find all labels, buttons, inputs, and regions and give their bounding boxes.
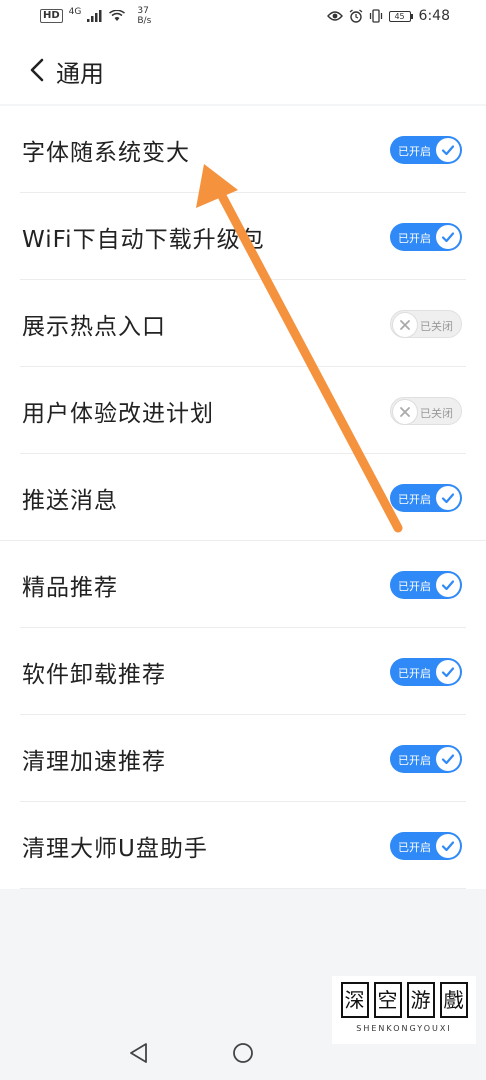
speed-value: 37: [137, 6, 149, 16]
settings-row[interactable]: 字体随系统变大 已开启: [0, 106, 486, 193]
hd-badge: HD: [40, 9, 63, 23]
nav-home-icon[interactable]: [232, 1042, 254, 1064]
cross-icon: [393, 312, 417, 337]
clock: 6:48: [418, 8, 450, 24]
toggle-switch[interactable]: 已开启: [390, 135, 462, 164]
toggle-status-text: 已关闭: [420, 406, 453, 420]
watermark-logo: 深 空 游 戲 SHENKONGYOUXI: [332, 976, 476, 1044]
toggle-status-text: 已关闭: [420, 319, 453, 333]
toggle-status-text: 已开启: [398, 579, 431, 593]
page-title: 通用: [56, 60, 104, 88]
watermark-char: 戲: [439, 982, 468, 1018]
toggle-switch[interactable]: 已关闭: [390, 396, 462, 425]
alarm-icon: [349, 9, 362, 23]
watermark-text: SHENKONGYOUXI: [356, 1024, 452, 1033]
settings-row-label: WiFi下自动下载升级包: [22, 226, 265, 253]
check-icon: [436, 746, 460, 771]
watermark-chars: 深 空 游 戲: [332, 976, 476, 1018]
check-icon: [436, 833, 460, 858]
toggle-status-text: 已开启: [398, 753, 431, 767]
toggle-status-text: 已开启: [398, 144, 431, 158]
settings-row-label: 清理加速推荐: [22, 748, 166, 775]
settings-list: 字体随系统变大 已开启 WiFi下自动下载升级包 已开启 展示热点入口 已关闭 用户体验改进…: [0, 106, 486, 889]
watermark-char: 游: [406, 982, 435, 1018]
settings-row[interactable]: 用户体验改进计划 已关闭: [0, 367, 486, 454]
check-icon: [436, 485, 460, 510]
toggle-switch[interactable]: 已开启: [390, 570, 462, 599]
signal-icon: [87, 10, 102, 22]
status-left: HD 4G 37 B/s: [40, 6, 151, 26]
settings-row[interactable]: 软件卸载推荐 已开启: [0, 628, 486, 715]
toggle-switch[interactable]: 已开启: [390, 744, 462, 773]
toggle-status-text: 已开启: [398, 492, 431, 506]
settings-row-label: 软件卸载推荐: [22, 661, 166, 688]
nav-back-icon[interactable]: [128, 1042, 150, 1064]
settings-row-label: 展示热点入口: [22, 313, 166, 340]
row-divider: [20, 888, 466, 889]
settings-row[interactable]: 清理大师U盘助手 已开启: [0, 802, 486, 889]
battery-icon: 45: [388, 10, 413, 22]
settings-row[interactable]: 精品推荐 已开启: [0, 541, 486, 628]
watermark-char: 空: [373, 982, 402, 1018]
check-icon: [436, 659, 460, 684]
toggle-status-text: 已开启: [398, 231, 431, 245]
watermark-char: 深: [340, 982, 369, 1018]
toggle-switch[interactable]: 已开启: [390, 831, 462, 860]
check-icon: [436, 572, 460, 597]
settings-row-label: 精品推荐: [22, 574, 118, 601]
settings-row-label: 用户体验改进计划: [22, 400, 214, 427]
cross-icon: [393, 399, 417, 424]
eye-icon: [326, 11, 343, 21]
settings-row[interactable]: WiFi下自动下载升级包 已开启: [0, 193, 486, 280]
status-right: 45 6:48: [326, 8, 450, 24]
toggle-switch[interactable]: 已关闭: [390, 309, 462, 338]
wifi-icon: [109, 10, 126, 21]
toggle-switch[interactable]: 已开启: [390, 222, 462, 251]
settings-row[interactable]: 推送消息 已开启: [0, 454, 486, 541]
settings-row[interactable]: 清理加速推荐 已开启: [0, 715, 486, 802]
page-header: 通用: [0, 34, 486, 104]
settings-row-label: 字体随系统变大: [22, 139, 190, 166]
settings-row-label: 推送消息: [22, 487, 118, 514]
speed-unit: B/s: [137, 16, 152, 26]
vibrate-icon: [369, 9, 382, 23]
toggle-status-text: 已开启: [398, 840, 431, 854]
toggle-switch[interactable]: 已开启: [390, 483, 462, 512]
toggle-status-text: 已开启: [398, 666, 431, 680]
check-icon: [436, 224, 460, 249]
check-icon: [436, 137, 460, 162]
settings-row-label: 清理大师U盘助手: [22, 835, 208, 862]
status-bar: HD 4G 37 B/s 45 6:48: [0, 0, 486, 34]
battery-level: 45: [388, 10, 411, 22]
back-arrow-icon[interactable]: [26, 56, 50, 84]
navigation-bar: [0, 1024, 330, 1080]
toggle-switch[interactable]: 已开启: [390, 657, 462, 686]
settings-row[interactable]: 展示热点入口 已关闭: [0, 280, 486, 367]
network-type: 4G: [68, 7, 82, 17]
network-speed: 37 B/s: [137, 6, 151, 26]
